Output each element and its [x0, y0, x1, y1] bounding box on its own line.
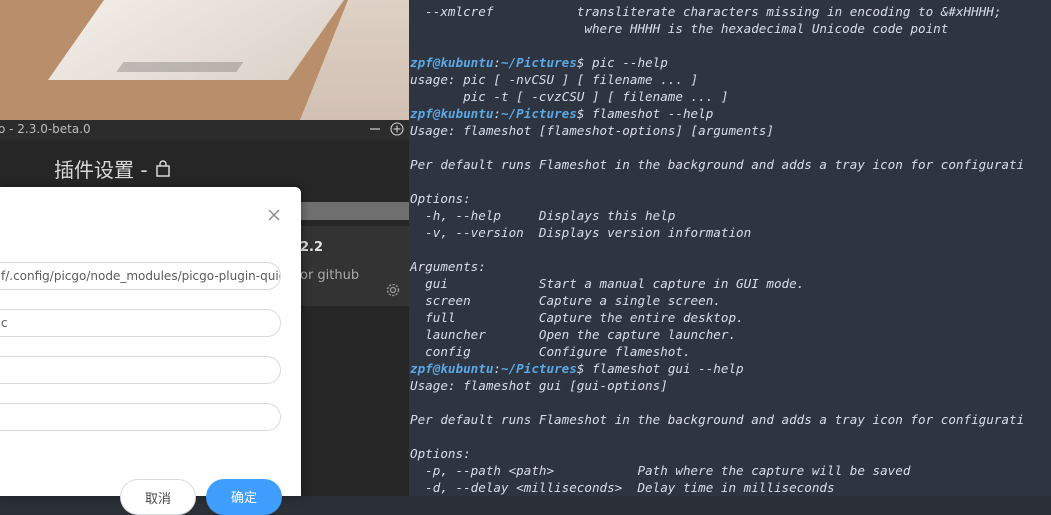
- prompt-command: $ flameshot --help: [576, 106, 714, 121]
- plugin-description: or github: [300, 268, 360, 283]
- terminal-output-line: Options:: [410, 446, 471, 461]
- terminal-window[interactable]: --xmlcref transliterate characters missi…: [409, 0, 1051, 496]
- terminal-output-line: --xmlcref transliterate characters missi…: [410, 4, 1002, 19]
- config-input-path[interactable]: f/.config/picgo/node_modules/picgo-plugi…: [0, 262, 281, 290]
- minimize-icon[interactable]: [367, 121, 383, 137]
- terminal-output-line: Per default runs Flameshot in the backgr…: [410, 412, 1025, 427]
- terminal-output-line: Usage: flameshot gui [gui-options]: [410, 378, 668, 393]
- window-titlebar: o - 2.3.0-beta.0: [0, 120, 409, 140]
- terminal-output-line: -v, --version Displays version informati…: [410, 225, 752, 240]
- prompt-command: $ flameshot gui --help: [576, 361, 744, 376]
- terminal-prompt-line: zpf@kubuntu:~/Pictures$ flameshot gui --…: [410, 361, 744, 376]
- confirm-button[interactable]: 确定: [206, 479, 282, 515]
- prompt-path: ~/Pictures: [501, 361, 577, 376]
- plugin-card[interactable]: 2.2 or github: [300, 226, 409, 306]
- terminal-output-line: Usage: flameshot [flameshot-options] [ar…: [410, 123, 774, 138]
- terminal-output-line: usage: pic [ -nvCSU ] [ filename ... ]: [410, 72, 699, 87]
- prompt-user: zpf@kubuntu: [410, 106, 494, 121]
- terminal-output-line: -p, --path <path> Path where the capture…: [410, 463, 911, 478]
- terminal-output-line: -d, --delay <milliseconds> Delay time in…: [410, 480, 835, 495]
- terminal-output-line: gui Start a manual capture in GUI mode.: [410, 276, 805, 291]
- config-input-4[interactable]: [0, 403, 281, 431]
- maximize-icon[interactable]: [389, 121, 405, 137]
- close-icon[interactable]: [267, 208, 281, 222]
- terminal-output-line: where HHHH is the hexadecimal Unicode co…: [410, 21, 949, 36]
- plugin-version: 2.2: [300, 240, 324, 255]
- plugin-settings-label: 插件设置 -: [54, 158, 148, 182]
- window-title: o - 2.3.0-beta.0: [0, 122, 91, 136]
- terminal-output-line: full Capture the entire desktop.: [410, 310, 744, 325]
- plugin-settings-title: 插件设置 -: [54, 154, 172, 183]
- terminal-output-line: screen Capture a single screen.: [410, 293, 721, 308]
- desktop-wallpaper: [0, 0, 409, 120]
- terminal-output-line: Per default runs Flameshot in the backgr…: [410, 157, 1025, 172]
- prompt-path: ~/Pictures: [501, 55, 577, 70]
- terminal-output-line: Arguments:: [410, 259, 486, 274]
- prompt-user: zpf@kubuntu: [410, 55, 494, 70]
- terminal-output-line: pic -t [ -cvzCSU ] [ filename ... ]: [410, 89, 729, 104]
- prompt-path: ~/Pictures: [501, 106, 577, 121]
- prompt-command: $ pic --help: [576, 55, 668, 70]
- terminal-output-line: config Configure flameshot.: [410, 344, 691, 359]
- terminal-output-line: -h, --help Displays this help: [410, 208, 676, 223]
- terminal-prompt-line: zpf@kubuntu:~/Pictures$ pic --help: [410, 55, 668, 70]
- gear-icon[interactable]: [385, 282, 401, 298]
- plugin-config-dialog: f/.config/picgo/node_modules/picgo-plugi…: [0, 187, 301, 515]
- terminal-output-line: launcher Open the capture launcher.: [410, 327, 737, 342]
- terminal-output-line: Options:: [410, 191, 471, 206]
- prompt-user: zpf@kubuntu: [410, 361, 494, 376]
- wallpaper-shadow: [116, 62, 244, 72]
- shopping-bag-icon[interactable]: [154, 159, 172, 178]
- config-input-3[interactable]: [0, 356, 281, 384]
- config-input-2[interactable]: c: [0, 309, 281, 337]
- terminal-prompt-line: zpf@kubuntu:~/Pictures$ flameshot --help: [410, 106, 714, 121]
- cancel-button[interactable]: 取消: [120, 479, 196, 515]
